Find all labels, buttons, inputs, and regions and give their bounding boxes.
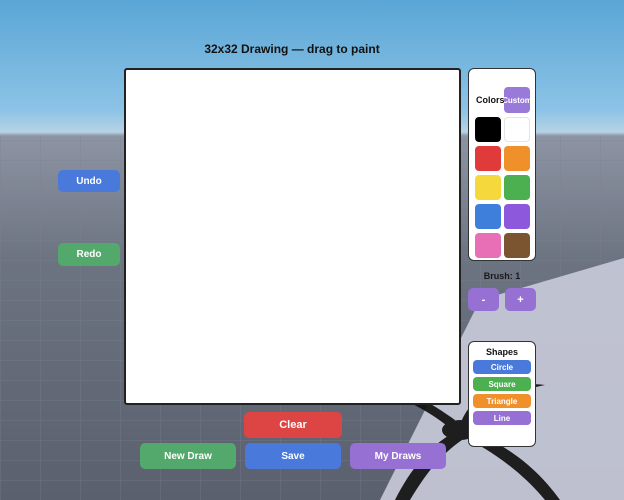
color-swatch-pink[interactable] [475, 233, 501, 258]
shape-circle-button[interactable]: Circle [473, 360, 531, 374]
redo-button[interactable]: Redo [58, 243, 120, 266]
color-swatch-purple[interactable] [504, 204, 530, 229]
colors-panel: Colors Custom [468, 68, 536, 261]
custom-color-button[interactable]: Custom [504, 87, 530, 113]
shape-triangle-button[interactable]: Triangle [473, 394, 531, 408]
save-button[interactable]: Save [245, 443, 341, 469]
shape-square-button[interactable]: Square [473, 377, 531, 391]
color-swatch-brown[interactable] [504, 233, 530, 258]
color-swatch-blue[interactable] [475, 204, 501, 229]
brush-increase-button[interactable]: + [505, 288, 536, 311]
color-swatch-green[interactable] [504, 175, 530, 200]
colors-title: Colors [476, 95, 505, 105]
shape-line-button[interactable]: Line [473, 411, 531, 425]
shapes-title: Shapes [485, 347, 518, 357]
my-draws-button[interactable]: My Draws [350, 443, 446, 469]
new-draw-button[interactable]: New Draw [140, 443, 236, 469]
undo-button[interactable]: Undo [58, 170, 120, 192]
page-title: 32x32 Drawing — drag to paint [204, 42, 380, 56]
brush-decrease-button[interactable]: - [468, 288, 499, 311]
drawing-canvas[interactable] [124, 68, 461, 405]
color-swatch-red[interactable] [475, 146, 501, 171]
brush-size-label: Brush: 1 [483, 271, 521, 281]
color-swatch-orange[interactable] [504, 146, 530, 171]
clear-button[interactable]: Clear [244, 412, 342, 438]
color-swatch-yellow[interactable] [475, 175, 501, 200]
shapes-panel: Shapes Circle Square Triangle Line [468, 341, 536, 447]
color-swatch-white[interactable] [504, 117, 530, 142]
color-swatch-black[interactable] [475, 117, 501, 142]
